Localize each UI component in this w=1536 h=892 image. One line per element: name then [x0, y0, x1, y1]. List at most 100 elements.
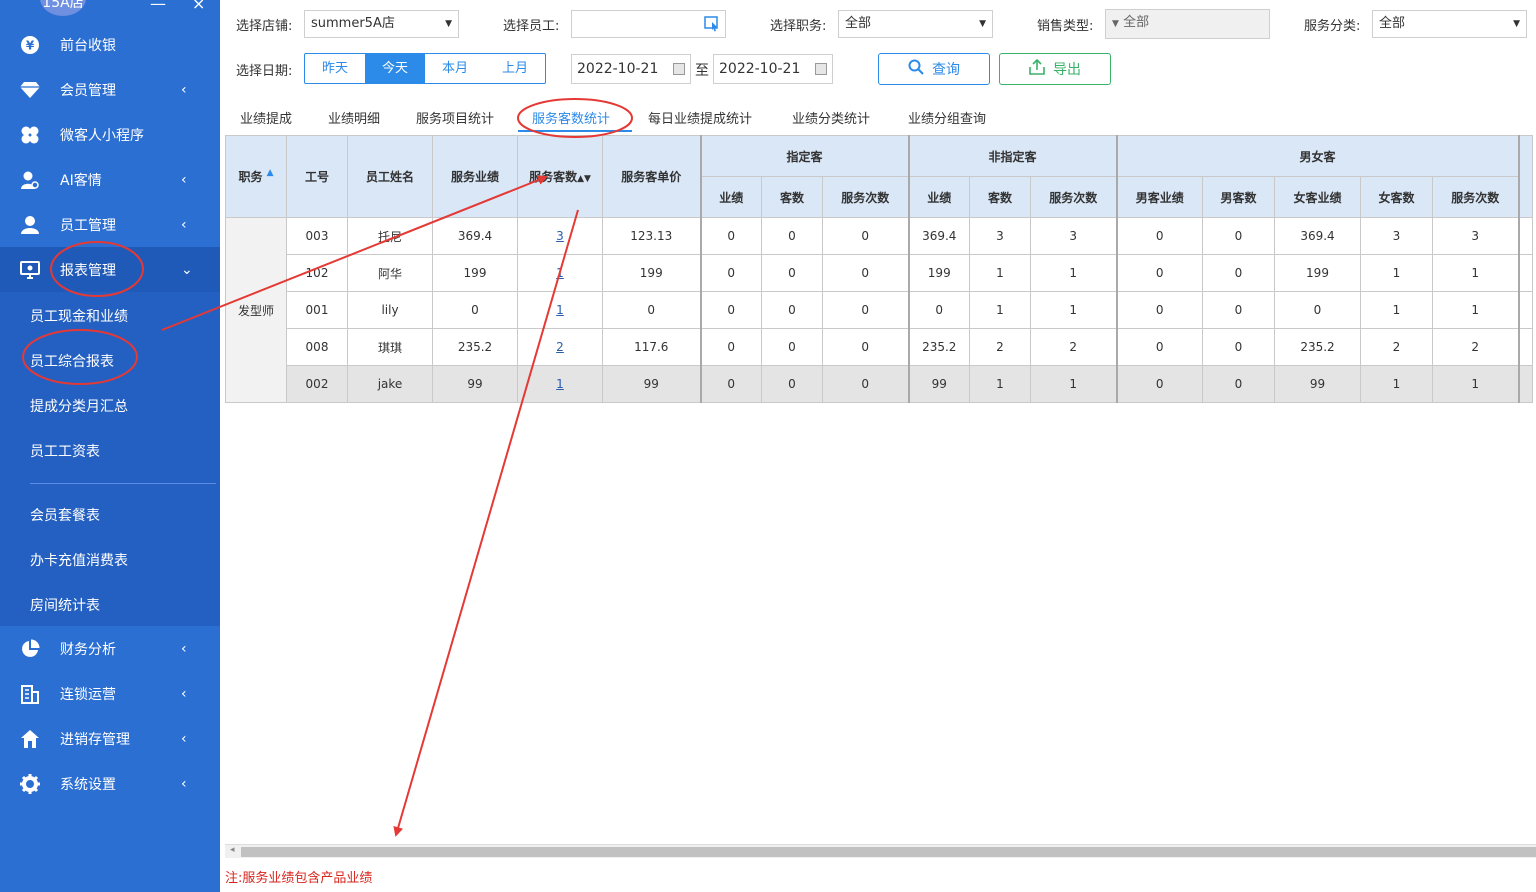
- subnav-commission-monthly[interactable]: 提成分类月汇总: [30, 396, 128, 416]
- svg-text:¥: ¥: [26, 38, 35, 52]
- nav-label: 前台收银: [60, 37, 116, 54]
- subnav-cash-performance[interactable]: 员工现金和业绩: [30, 306, 128, 326]
- cell-service-count[interactable]: 3: [517, 217, 603, 255]
- header-designated-guests[interactable]: 客数: [761, 176, 823, 218]
- cell-service-count[interactable]: 1: [517, 254, 603, 292]
- query-button[interactable]: 查询: [878, 53, 990, 85]
- header-non-designated-times[interactable]: 服务次数: [1030, 176, 1117, 218]
- scrollbar-thumb[interactable]: [241, 847, 1536, 857]
- cell-emp-name: jake: [347, 365, 433, 403]
- annotation-overlay: [22, 98, 633, 837]
- header-unit-price[interactable]: 服务客单价: [602, 135, 701, 218]
- cell-female-count: 2: [1360, 328, 1433, 366]
- header-designated-times[interactable]: 服务次数: [822, 176, 909, 218]
- cell-emp-name: 托尼: [347, 217, 433, 255]
- close-button[interactable]: ×: [192, 0, 205, 13]
- horizontal-scrollbar[interactable]: ◂: [225, 844, 1536, 858]
- service-count-link[interactable]: 1: [556, 266, 564, 280]
- date-from-input[interactable]: 2022-10-21: [571, 54, 691, 84]
- header-female-count[interactable]: 女客数: [1360, 176, 1433, 218]
- cell-emp-name: 琪琪: [347, 328, 433, 366]
- nav-item-member[interactable]: 会员管理 ‹: [0, 67, 220, 112]
- date-to-input[interactable]: 2022-10-21: [713, 54, 833, 84]
- diamond-icon: [19, 79, 41, 101]
- nav-label: 连锁运营: [60, 686, 116, 703]
- calendar-icon[interactable]: [815, 63, 827, 75]
- service-count-link[interactable]: 3: [556, 229, 564, 243]
- cell-non-designated-perf: 369.4: [907, 217, 970, 255]
- cell-non-designated-times: 1: [1030, 365, 1117, 403]
- service-count-link[interactable]: 1: [556, 377, 564, 391]
- cell-service-count[interactable]: 1: [517, 291, 603, 329]
- cell-male-perf: 0: [1115, 291, 1203, 329]
- chevron-down-icon: ⌄: [181, 261, 193, 278]
- calendar-icon[interactable]: [673, 63, 685, 75]
- tab-performance-commission[interactable]: 业绩提成: [240, 108, 292, 127]
- header-service-count[interactable]: 服务客数▲▼: [517, 135, 603, 218]
- cell-unit-price: 117.6: [602, 328, 701, 366]
- cell-service-count[interactable]: 2: [517, 328, 603, 366]
- scroll-left-icon[interactable]: ◂: [230, 845, 235, 855]
- cell-service-count[interactable]: 1: [517, 365, 603, 403]
- cell-overflow: [1517, 291, 1533, 329]
- date-yesterday-button[interactable]: 昨天: [305, 54, 365, 83]
- header-position[interactable]: 职务 ▲: [225, 135, 287, 218]
- service-count-link[interactable]: 2: [556, 340, 564, 354]
- nav-item-inventory[interactable]: 进销存管理 ‹: [0, 716, 220, 761]
- header-non-designated-guests[interactable]: 客数: [969, 176, 1031, 218]
- sales-type-select[interactable]: ▼ 全部: [1105, 9, 1270, 39]
- tab-daily-commission-stats[interactable]: 每日业绩提成统计: [648, 108, 752, 127]
- table-row: 008 琪琪 235.2 2 117.6 0 0 0 235.2 2 2 0 0 235.2 2 2: [226, 328, 1533, 366]
- subnav-room-stats[interactable]: 房间统计表: [30, 595, 100, 615]
- subnav-card-recharge[interactable]: 办卡充值消费表: [30, 550, 128, 570]
- minimize-button[interactable]: —: [150, 0, 166, 13]
- header-service-perf[interactable]: 服务业绩: [432, 135, 518, 218]
- position-select[interactable]: 全部 ▼: [838, 10, 993, 38]
- cell-non-designated-times: 1: [1030, 291, 1117, 329]
- service-count-link[interactable]: 1: [556, 303, 564, 317]
- tab-category-stats[interactable]: 业绩分类统计: [792, 108, 870, 127]
- header-emp-no[interactable]: 工号: [286, 135, 348, 218]
- export-button[interactable]: 导出: [999, 53, 1111, 85]
- header-gender-times[interactable]: 服务次数: [1432, 176, 1519, 218]
- nav-item-finance[interactable]: 财务分析 ‹: [0, 626, 220, 671]
- nav-item-reports[interactable]: 报表管理 ⌄: [0, 247, 220, 292]
- nav-item-miniprogram[interactable]: 微客人小程序: [0, 112, 220, 157]
- header-designated-perf[interactable]: 业绩: [699, 176, 762, 218]
- nav-item-staff[interactable]: 员工管理 ‹: [0, 202, 220, 247]
- subnav-payroll[interactable]: 员工工资表: [30, 441, 100, 461]
- store-badge[interactable]: 15A店: [40, 0, 86, 16]
- header-non-designated-perf[interactable]: 业绩: [907, 176, 970, 218]
- nav-item-cashier[interactable]: ¥ 前台收银: [0, 22, 220, 67]
- monitor-icon: [19, 259, 41, 281]
- header-male-perf[interactable]: 男客业绩: [1115, 176, 1203, 218]
- store-select[interactable]: summer5A店 ▼: [304, 10, 459, 38]
- header-female-perf[interactable]: 女客业绩: [1274, 176, 1361, 218]
- date-this-month-button[interactable]: 本月: [425, 54, 485, 83]
- table-body: 发型师 003 托尼 369.4 3 123.13 0 0 0 369.4 3 3 0 0 369.4 3 3 1…: [225, 217, 1533, 403]
- nav-item-ai[interactable]: AI客情 ‹: [0, 157, 220, 202]
- chevron-left-icon: ‹: [181, 730, 187, 747]
- header-male-count[interactable]: 男客数: [1202, 176, 1275, 218]
- cell-designated-guests: 0: [761, 328, 823, 366]
- sidebar: 15A店 — × ¥ 前台收银 会员管理 ‹ 微客人小程序 AI客情 ‹ 员工管…: [0, 0, 220, 892]
- tab-service-item-stats[interactable]: 服务项目统计: [416, 108, 494, 127]
- tab-service-guest-stats[interactable]: 服务客数统计: [532, 108, 610, 127]
- home-icon: [19, 728, 41, 750]
- nav-item-settings[interactable]: 系统设置 ‹: [0, 761, 220, 806]
- subnav-member-package[interactable]: 会员套餐表: [30, 505, 100, 525]
- cell-non-designated-guests: 3: [969, 217, 1031, 255]
- picker-icon[interactable]: [704, 16, 720, 42]
- nav-item-chain[interactable]: 连锁运营 ‹: [0, 671, 220, 716]
- subnav-staff-report[interactable]: 员工综合报表: [30, 351, 114, 371]
- service-category-select[interactable]: 全部 ▼: [1372, 10, 1527, 38]
- header-emp-name[interactable]: 员工姓名: [347, 135, 433, 218]
- cell-overflow: [1517, 254, 1533, 292]
- date-last-month-button[interactable]: 上月: [485, 54, 545, 83]
- export-icon: [1029, 58, 1045, 79]
- employee-select[interactable]: [571, 10, 726, 38]
- cell-gender-times: 2: [1432, 328, 1519, 366]
- date-today-button[interactable]: 今天: [365, 54, 425, 83]
- tab-group-query[interactable]: 业绩分组查询: [908, 108, 986, 127]
- tab-performance-detail[interactable]: 业绩明细: [328, 108, 380, 127]
